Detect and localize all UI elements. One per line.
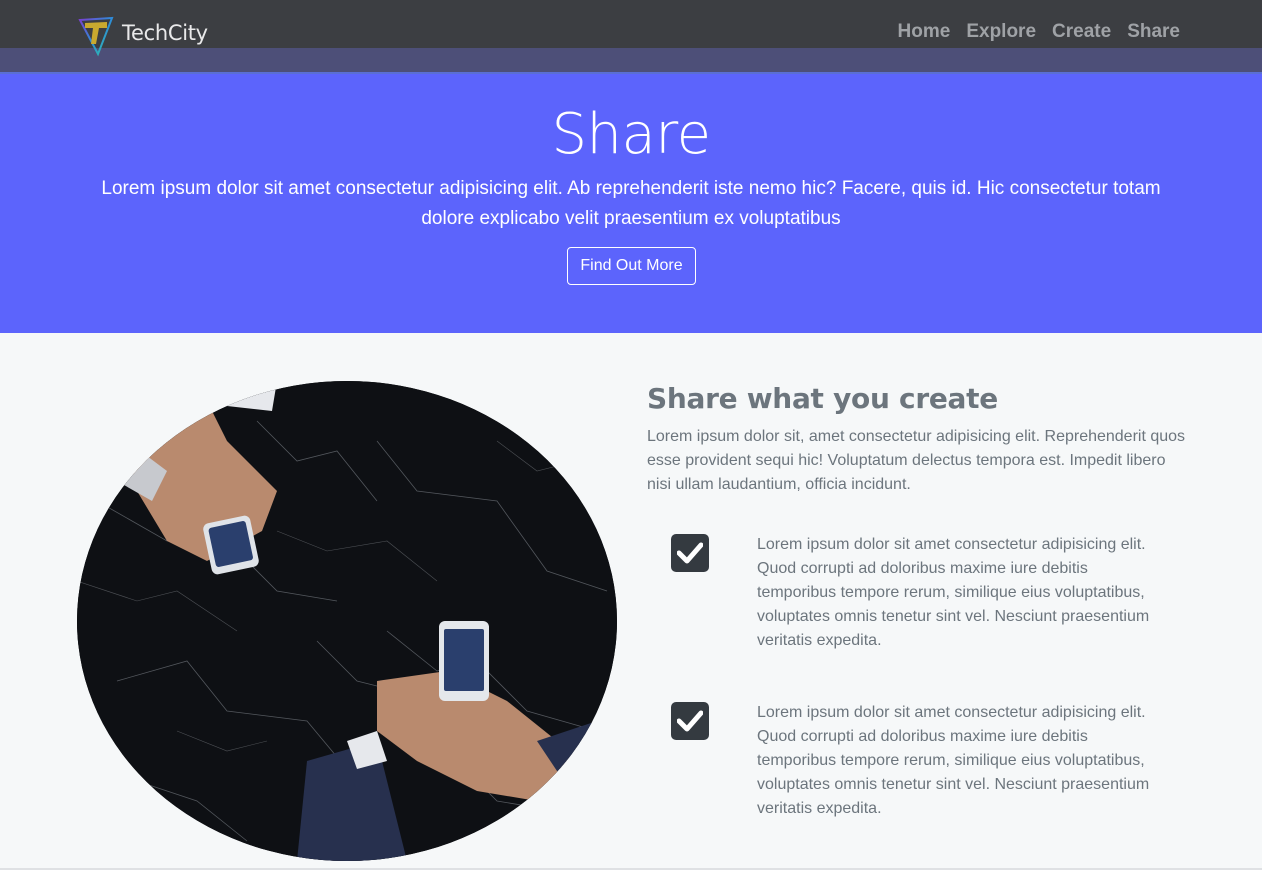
brand-name: TechCity: [122, 21, 208, 45]
navbar-strip: [0, 48, 1262, 72]
nav-share[interactable]: Share: [1127, 21, 1180, 43]
hero-title: Share: [551, 102, 711, 167]
feature-text-2: Lorem ipsum dolor sit amet consectetur a…: [757, 704, 1150, 817]
brand-link[interactable]: TechCity: [76, 14, 208, 58]
find-out-more-button[interactable]: Find Out More: [567, 247, 696, 285]
feature-text-1: Lorem ipsum dolor sit amet consectetur a…: [757, 536, 1150, 649]
techcity-logo-icon: [78, 16, 114, 57]
main-nav: Home Explore Create Share: [898, 21, 1180, 43]
nav-explore[interactable]: Explore: [966, 21, 1036, 43]
hero-section: Share Lorem ipsum dolor sit amet consect…: [0, 74, 1262, 333]
nav-create[interactable]: Create: [1052, 21, 1111, 43]
share-content: Share what you create Lorem ipsum dolor …: [647, 382, 1192, 497]
section-intro: Lorem ipsum dolor sit, amet consectetur …: [647, 428, 1186, 493]
nav-home[interactable]: Home: [898, 21, 951, 43]
checkbox-icon: [671, 702, 709, 740]
hero-text: Lorem ipsum dolor sit amet consectetur a…: [101, 178, 1161, 229]
phones-on-marble-image: [77, 381, 617, 861]
section-heading: Share what you create: [647, 382, 998, 415]
checkbox-icon: [671, 534, 709, 572]
